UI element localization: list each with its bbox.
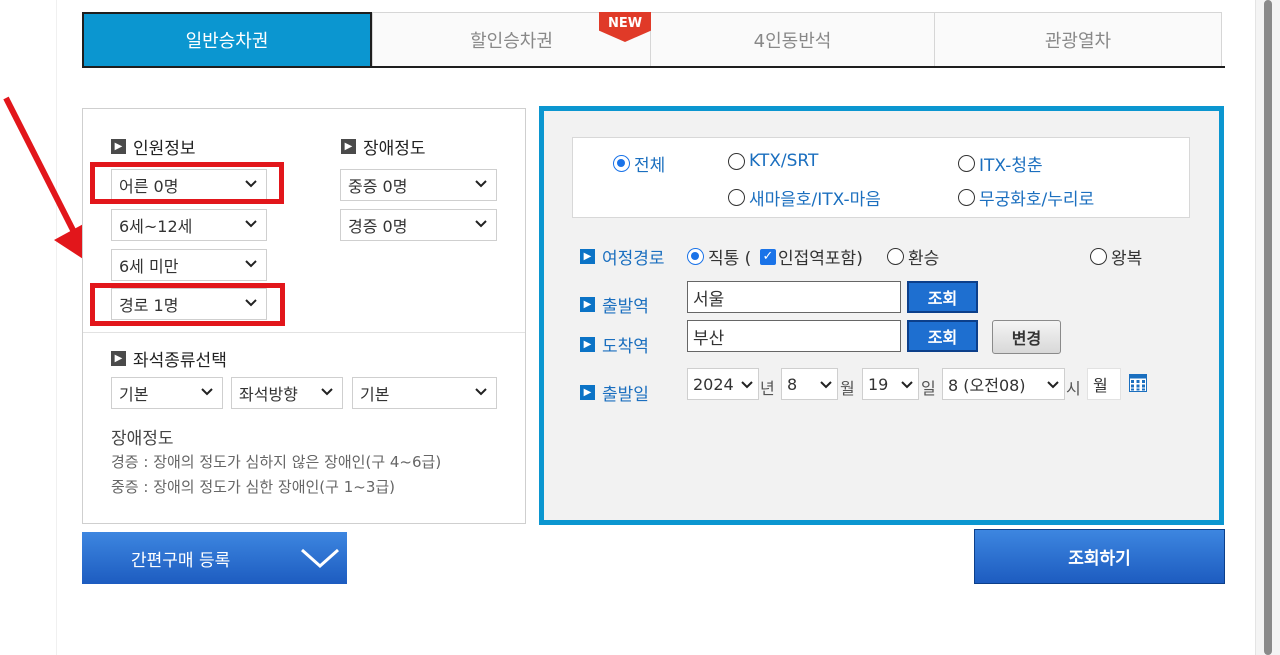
chevron-down-icon <box>200 384 214 398</box>
infant-count-select[interactable]: 6세 미만 <box>111 249 267 281</box>
severe-disability-select[interactable]: 중증 0명 <box>340 169 497 201</box>
seat-direction-select[interactable]: 좌석방향 <box>231 377 343 409</box>
radio-icon <box>958 155 975 172</box>
calendar-icon[interactable] <box>1129 374 1147 392</box>
seat-option-select[interactable]: 기본 <box>352 377 497 409</box>
chevron-down-icon <box>474 176 488 190</box>
radio-train-itx-cheongchun[interactable]: ITX-청춘 <box>958 151 1043 176</box>
arrival-label: ▶ 도착역 <box>580 332 649 357</box>
chevron-down-icon <box>301 548 339 569</box>
arrow-right-icon: ▶ <box>111 139 126 154</box>
mild-disability-select[interactable]: 경증 0명 <box>340 209 497 241</box>
tab-tourist-train[interactable]: 관광열차 <box>934 12 1222 66</box>
radio-route-transfer[interactable]: 환승 <box>887 244 939 269</box>
tab-general-ticket[interactable]: 일반승차권 <box>82 12 372 66</box>
seat-type-select[interactable]: 기본 <box>111 377 223 409</box>
child-count-select[interactable]: 6세~12세 <box>111 209 267 241</box>
radio-selected-icon <box>687 248 704 265</box>
chevron-down-icon <box>819 377 833 391</box>
hour-select[interactable]: 8 (오전08) <box>942 368 1065 400</box>
year-select[interactable]: 2024 <box>687 368 759 400</box>
checkbox-nearby-station[interactable]: ✓ 인접역포함) <box>758 244 863 269</box>
chevron-down-icon <box>900 377 914 391</box>
radio-route-round-trip[interactable]: 왕복 <box>1090 244 1142 269</box>
section-divider <box>83 332 525 333</box>
radio-selected-icon <box>613 155 630 172</box>
day-select[interactable]: 19 <box>862 368 919 400</box>
departure-label: ▶ 출발역 <box>580 292 649 317</box>
arrow-right-icon: ▶ <box>580 249 595 264</box>
search-submit-button[interactable]: 조회하기 <box>974 529 1225 584</box>
chevron-down-icon <box>1046 377 1060 391</box>
weekday-display: 월 <box>1087 368 1121 400</box>
radio-icon <box>728 189 745 206</box>
radio-icon <box>728 152 745 170</box>
quick-purchase-register-button[interactable]: 간편구매 등록 <box>82 532 347 584</box>
chevron-down-icon <box>474 216 488 230</box>
highlight-adult-select <box>90 162 284 204</box>
departure-date-label: ▶ 출발일 <box>580 380 649 405</box>
disability-note-severe: 중증 : 장애의 정도가 심한 장애인(구 1~3급) <box>111 478 396 496</box>
scrollbar-thumb[interactable] <box>1264 0 1272 655</box>
radio-icon <box>887 248 904 265</box>
month-unit: 월 <box>840 379 855 398</box>
arrow-right-icon: ▶ <box>580 385 595 400</box>
ticket-type-tabs: 일반승차권 할인승차권 4인동반석 관광열차 <box>82 12 1225 68</box>
arrow-right-icon: ▶ <box>341 139 356 154</box>
chevron-down-icon <box>320 384 334 398</box>
arrow-right-icon: ▶ <box>111 351 126 366</box>
tab-four-person-seat[interactable]: 4인동반석 <box>650 12 935 66</box>
chevron-down-icon <box>740 377 754 391</box>
day-unit: 일 <box>921 379 936 398</box>
chevron-down-icon <box>244 256 258 270</box>
month-select[interactable]: 8 <box>781 368 838 400</box>
arrow-right-icon: ▶ <box>580 297 595 312</box>
seat-type-title: ▶ 좌석종류선택 <box>111 346 227 371</box>
chevron-down-icon <box>474 384 488 398</box>
radio-icon <box>1090 248 1107 265</box>
chevron-down-icon <box>244 216 258 230</box>
radio-icon <box>958 189 975 206</box>
radio-train-mugunghwa[interactable]: 무궁화호/누리로 <box>958 185 1094 210</box>
radio-train-all[interactable]: 전체 <box>613 151 665 176</box>
radio-train-saemaeul[interactable]: 새마을호/ITX-마음 <box>728 185 881 210</box>
highlight-senior-select <box>90 283 285 326</box>
radio-route-direct[interactable]: 직통 ( <box>687 244 751 269</box>
journey-panel: 전체 KTX/SRT ITX-청춘 새마을호/ITX-마음 무궁화호/누리로 ▶… <box>539 106 1224 525</box>
swap-stations-button[interactable]: 변경 <box>992 320 1061 354</box>
disability-note-title: 장애정도 <box>111 429 174 449</box>
hour-unit: 시 <box>1066 379 1081 398</box>
departure-station-input[interactable]: 서울 <box>687 281 901 313</box>
disability-title: ▶ 장애정도 <box>341 134 426 159</box>
arrival-station-input[interactable]: 부산 <box>687 320 901 352</box>
route-label: ▶ 여정경로 <box>580 244 665 269</box>
year-unit: 년 <box>760 379 775 398</box>
train-type-box: 전체 KTX/SRT ITX-청춘 새마을호/ITX-마음 무궁화호/누리로 <box>572 137 1190 218</box>
checkmark-icon: ✓ <box>760 248 776 265</box>
passenger-info-title: ▶ 인원정보 <box>111 134 196 159</box>
disability-note-mild: 경증 : 장애의 정도가 심하지 않은 장애인(구 4~6급) <box>111 453 442 471</box>
radio-train-ktx[interactable]: KTX/SRT <box>728 151 818 171</box>
arrow-right-icon: ▶ <box>580 337 595 352</box>
arrival-search-button[interactable]: 조회 <box>907 320 978 352</box>
departure-search-button[interactable]: 조회 <box>907 281 978 313</box>
